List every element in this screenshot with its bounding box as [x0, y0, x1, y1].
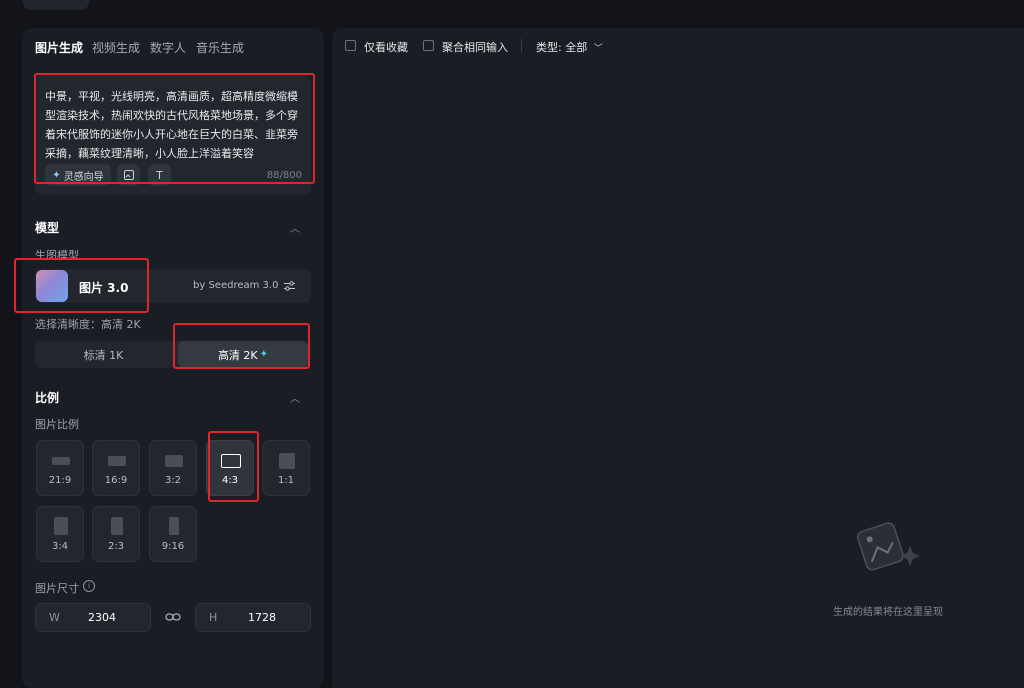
favorites-checkbox[interactable] [345, 40, 356, 51]
ratio-3-4-icon [54, 517, 68, 535]
height-input[interactable]: H 1728 [195, 603, 311, 632]
height-value: 1728 [248, 611, 276, 624]
ratio-16-9-icon [108, 456, 126, 466]
toolbar-divider [521, 39, 522, 52]
ratio-section-title: 比例 [35, 391, 60, 405]
ratio-label-21-9: 21:9 [48, 475, 72, 486]
highlight-clarity [173, 323, 310, 369]
ratio-label: 图片比例 [35, 418, 79, 431]
ratio-option-21-9[interactable]: 21:9 [36, 440, 84, 496]
highlight-prompt [34, 73, 315, 184]
ratio-option-2-3[interactable]: 2:3 [92, 506, 140, 562]
clarity-option-1k[interactable]: 标清 1K [35, 341, 172, 368]
results-panel [332, 28, 1024, 688]
ratio-label-3-2: 3:2 [164, 475, 182, 486]
tab-video-generation[interactable]: 视频生成 [92, 39, 140, 56]
merge-label[interactable]: 聚合相同输入 [442, 39, 508, 55]
type-filter-label: 类型: 全部 [536, 41, 588, 54]
ratio-option-1-1[interactable]: 1:1 [262, 440, 310, 496]
width-input[interactable]: W 2304 [35, 603, 151, 632]
ratio-label-3-4: 3:4 [51, 541, 69, 552]
chevron-up-icon[interactable]: ︿ [290, 220, 300, 235]
ratio-option-3-2[interactable]: 3:2 [149, 440, 197, 496]
settings-sliders-icon[interactable] [283, 280, 296, 292]
chevron-down-icon: ﹀ [593, 44, 603, 54]
favorites-label[interactable]: 仅看收藏 [364, 39, 408, 55]
merge-checkbox[interactable] [423, 40, 434, 51]
tab-image-generation[interactable]: 图片生成 [35, 39, 83, 56]
top-stub-button[interactable] [23, 0, 89, 10]
ratio-9-16-icon [169, 517, 179, 535]
highlight-ratio [208, 431, 259, 502]
clarity-label: 选择清晰度：高清 2K [35, 318, 141, 331]
model-provider: by Seedream 3.0 [193, 280, 279, 291]
tab-music-generation[interactable]: 音乐生成 [196, 39, 244, 56]
width-key: W [49, 611, 60, 624]
tab-digital-human[interactable]: 数字人 [150, 39, 186, 56]
ratio-label-9-16: 9:16 [161, 541, 185, 552]
info-icon[interactable]: i [83, 580, 95, 592]
empty-state-text: 生成的结果将在这里呈现 [833, 607, 943, 618]
ratio-option-16-9[interactable]: 16:9 [92, 440, 140, 496]
ratio-option-3-4[interactable]: 3:4 [36, 506, 84, 562]
link-icon[interactable] [165, 612, 181, 622]
chevron-up-icon[interactable]: ︿ [290, 390, 300, 405]
size-label: 图片尺寸 [35, 582, 79, 595]
image-placeholder-icon [856, 522, 920, 571]
ratio-label-2-3: 2:3 [107, 541, 125, 552]
ratio-1-1-icon [279, 453, 295, 469]
height-key: H [209, 611, 218, 624]
highlight-model [14, 258, 149, 313]
ratio-21-9-icon [52, 457, 70, 465]
ratio-label-1-1: 1:1 [277, 475, 295, 486]
ratio-2-3-icon [111, 517, 123, 535]
model-section-title: 模型 [35, 221, 60, 235]
ratio-label-16-9: 16:9 [104, 475, 128, 486]
type-filter-dropdown[interactable]: 类型: 全部 ﹀ [536, 39, 603, 55]
ratio-3-2-icon [165, 455, 183, 467]
ratio-option-9-16[interactable]: 9:16 [149, 506, 197, 562]
width-value: 2304 [88, 611, 116, 624]
